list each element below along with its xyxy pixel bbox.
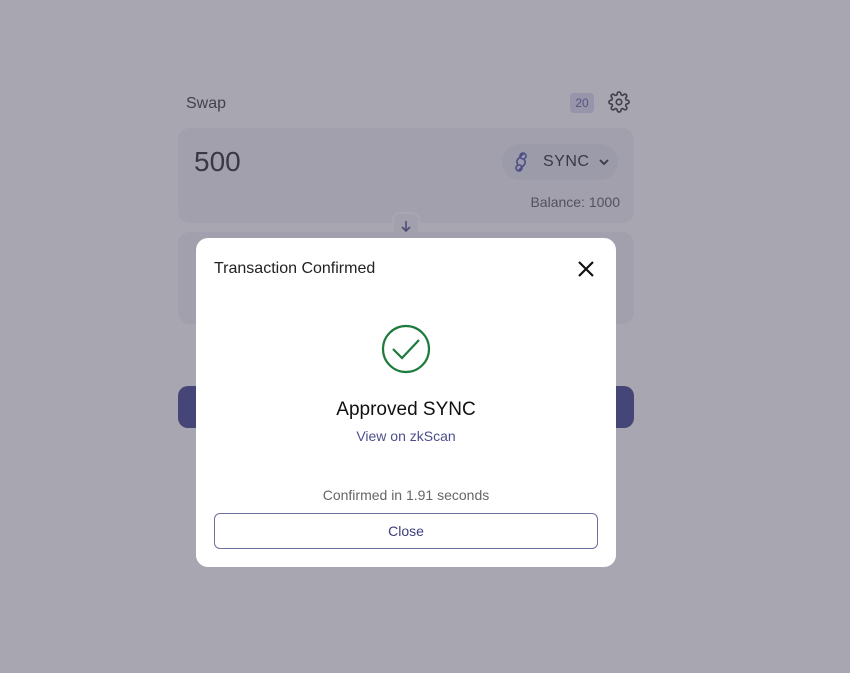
transaction-modal: Transaction Confirmed Approved SYNC View… [196, 238, 616, 567]
approved-heading: Approved SYNC [336, 399, 476, 420]
confirmation-time: Confirmed in 1.91 seconds [322, 487, 490, 503]
close-button[interactable]: Close [214, 513, 598, 549]
view-on-zkscan-link[interactable]: View on zkScan [196, 428, 616, 444]
modal-title: Transaction Confirmed [214, 260, 376, 277]
close-icon[interactable] [576, 259, 596, 279]
check-circle-icon [381, 324, 431, 374]
